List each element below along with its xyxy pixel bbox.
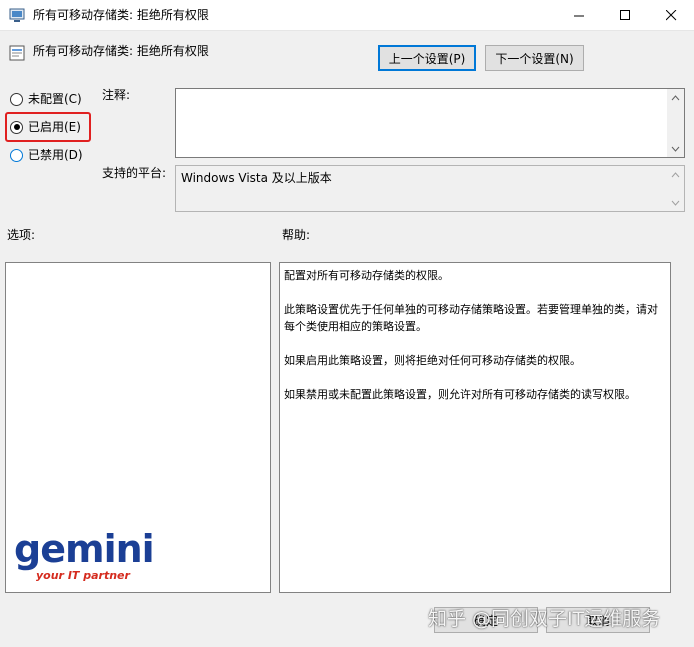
scroll-up-button[interactable] bbox=[667, 89, 684, 106]
help-paragraph: 如果禁用或未配置此策略设置，则允许对所有可移动存储类的读写权限。 bbox=[284, 388, 636, 401]
policy-setting-icon bbox=[9, 45, 25, 61]
gemini-logo: gemini your IT partner bbox=[14, 527, 155, 582]
help-paragraph: 如果启用此策略设置，则将拒绝对任何可移动存储类的权限。 bbox=[284, 354, 581, 367]
minimize-icon bbox=[573, 15, 584, 17]
radio-disabled[interactable]: 已禁用(D) bbox=[10, 146, 83, 164]
platform-field: Windows Vista 及以上版本 bbox=[175, 165, 685, 212]
scroll-down-button[interactable] bbox=[667, 140, 684, 157]
help-paragraph: 此策略设置优先于任何单独的可移动存储策略设置。若要管理单独的类，请对每个类使用相… bbox=[284, 303, 658, 333]
policy-name: 所有可移动存储类: 拒绝所有权限 bbox=[33, 44, 209, 58]
title-bar[interactable]: 所有可移动存储类: 拒绝所有权限 bbox=[0, 0, 694, 31]
scroll-down-button[interactable] bbox=[667, 194, 684, 211]
chevron-up-icon bbox=[671, 171, 680, 177]
help-panel: 配置对所有可移动存储类的权限。 此策略设置优先于任何单独的可移动存储策略设置。若… bbox=[279, 262, 671, 593]
platform-scrollbar[interactable] bbox=[667, 166, 684, 211]
policy-app-icon bbox=[9, 8, 25, 22]
policy-dialog: 所有可移动存储类: 拒绝所有权限 所有可移动存储类: 拒绝所有权限 上一个设置(… bbox=[0, 0, 694, 647]
next-setting-button[interactable]: 下一个设置(N) bbox=[485, 45, 584, 71]
maximize-icon bbox=[619, 10, 630, 20]
logo-tagline: your IT partner bbox=[36, 569, 130, 582]
chevron-up-icon bbox=[671, 94, 680, 100]
comment-label: 注释: bbox=[102, 88, 131, 102]
radio-circle-icon bbox=[10, 148, 23, 162]
ok-button[interactable]: 确定 bbox=[434, 607, 538, 633]
radio-circle-icon bbox=[10, 92, 23, 106]
previous-setting-button[interactable]: 上一个设置(P) bbox=[378, 45, 476, 71]
comment-scrollbar[interactable] bbox=[667, 89, 684, 157]
options-panel: gemini your IT partner bbox=[5, 262, 271, 593]
chevron-down-icon bbox=[671, 146, 680, 152]
help-text: 配置对所有可移动存储类的权限。 此策略设置优先于任何单独的可移动存储策略设置。若… bbox=[284, 267, 666, 420]
help-paragraph: 配置对所有可移动存储类的权限。 bbox=[284, 269, 449, 282]
radio-label-not-configured: 未配置(C) bbox=[28, 92, 82, 106]
cancel-button[interactable]: 取消 bbox=[546, 607, 650, 633]
help-section-label: 帮助: bbox=[282, 228, 311, 242]
radio-not-configured[interactable]: 未配置(C) bbox=[10, 90, 82, 108]
chevron-down-icon bbox=[671, 200, 680, 206]
platform-value: Windows Vista 及以上版本 bbox=[181, 171, 332, 185]
close-button[interactable] bbox=[648, 0, 694, 31]
radio-label-disabled: 已禁用(D) bbox=[28, 148, 83, 162]
logo-wordmark: gemini bbox=[14, 527, 155, 571]
minimize-button[interactable] bbox=[556, 0, 602, 31]
platform-label: 支持的平台: bbox=[102, 166, 167, 180]
window-title: 所有可移动存储类: 拒绝所有权限 bbox=[33, 8, 209, 22]
comment-textarea[interactable] bbox=[175, 88, 685, 158]
scroll-up-button[interactable] bbox=[667, 166, 684, 183]
maximize-button[interactable] bbox=[602, 0, 648, 31]
annotation-highlight-box bbox=[5, 112, 91, 142]
options-section-label: 选项: bbox=[7, 228, 36, 242]
close-icon bbox=[665, 10, 676, 21]
